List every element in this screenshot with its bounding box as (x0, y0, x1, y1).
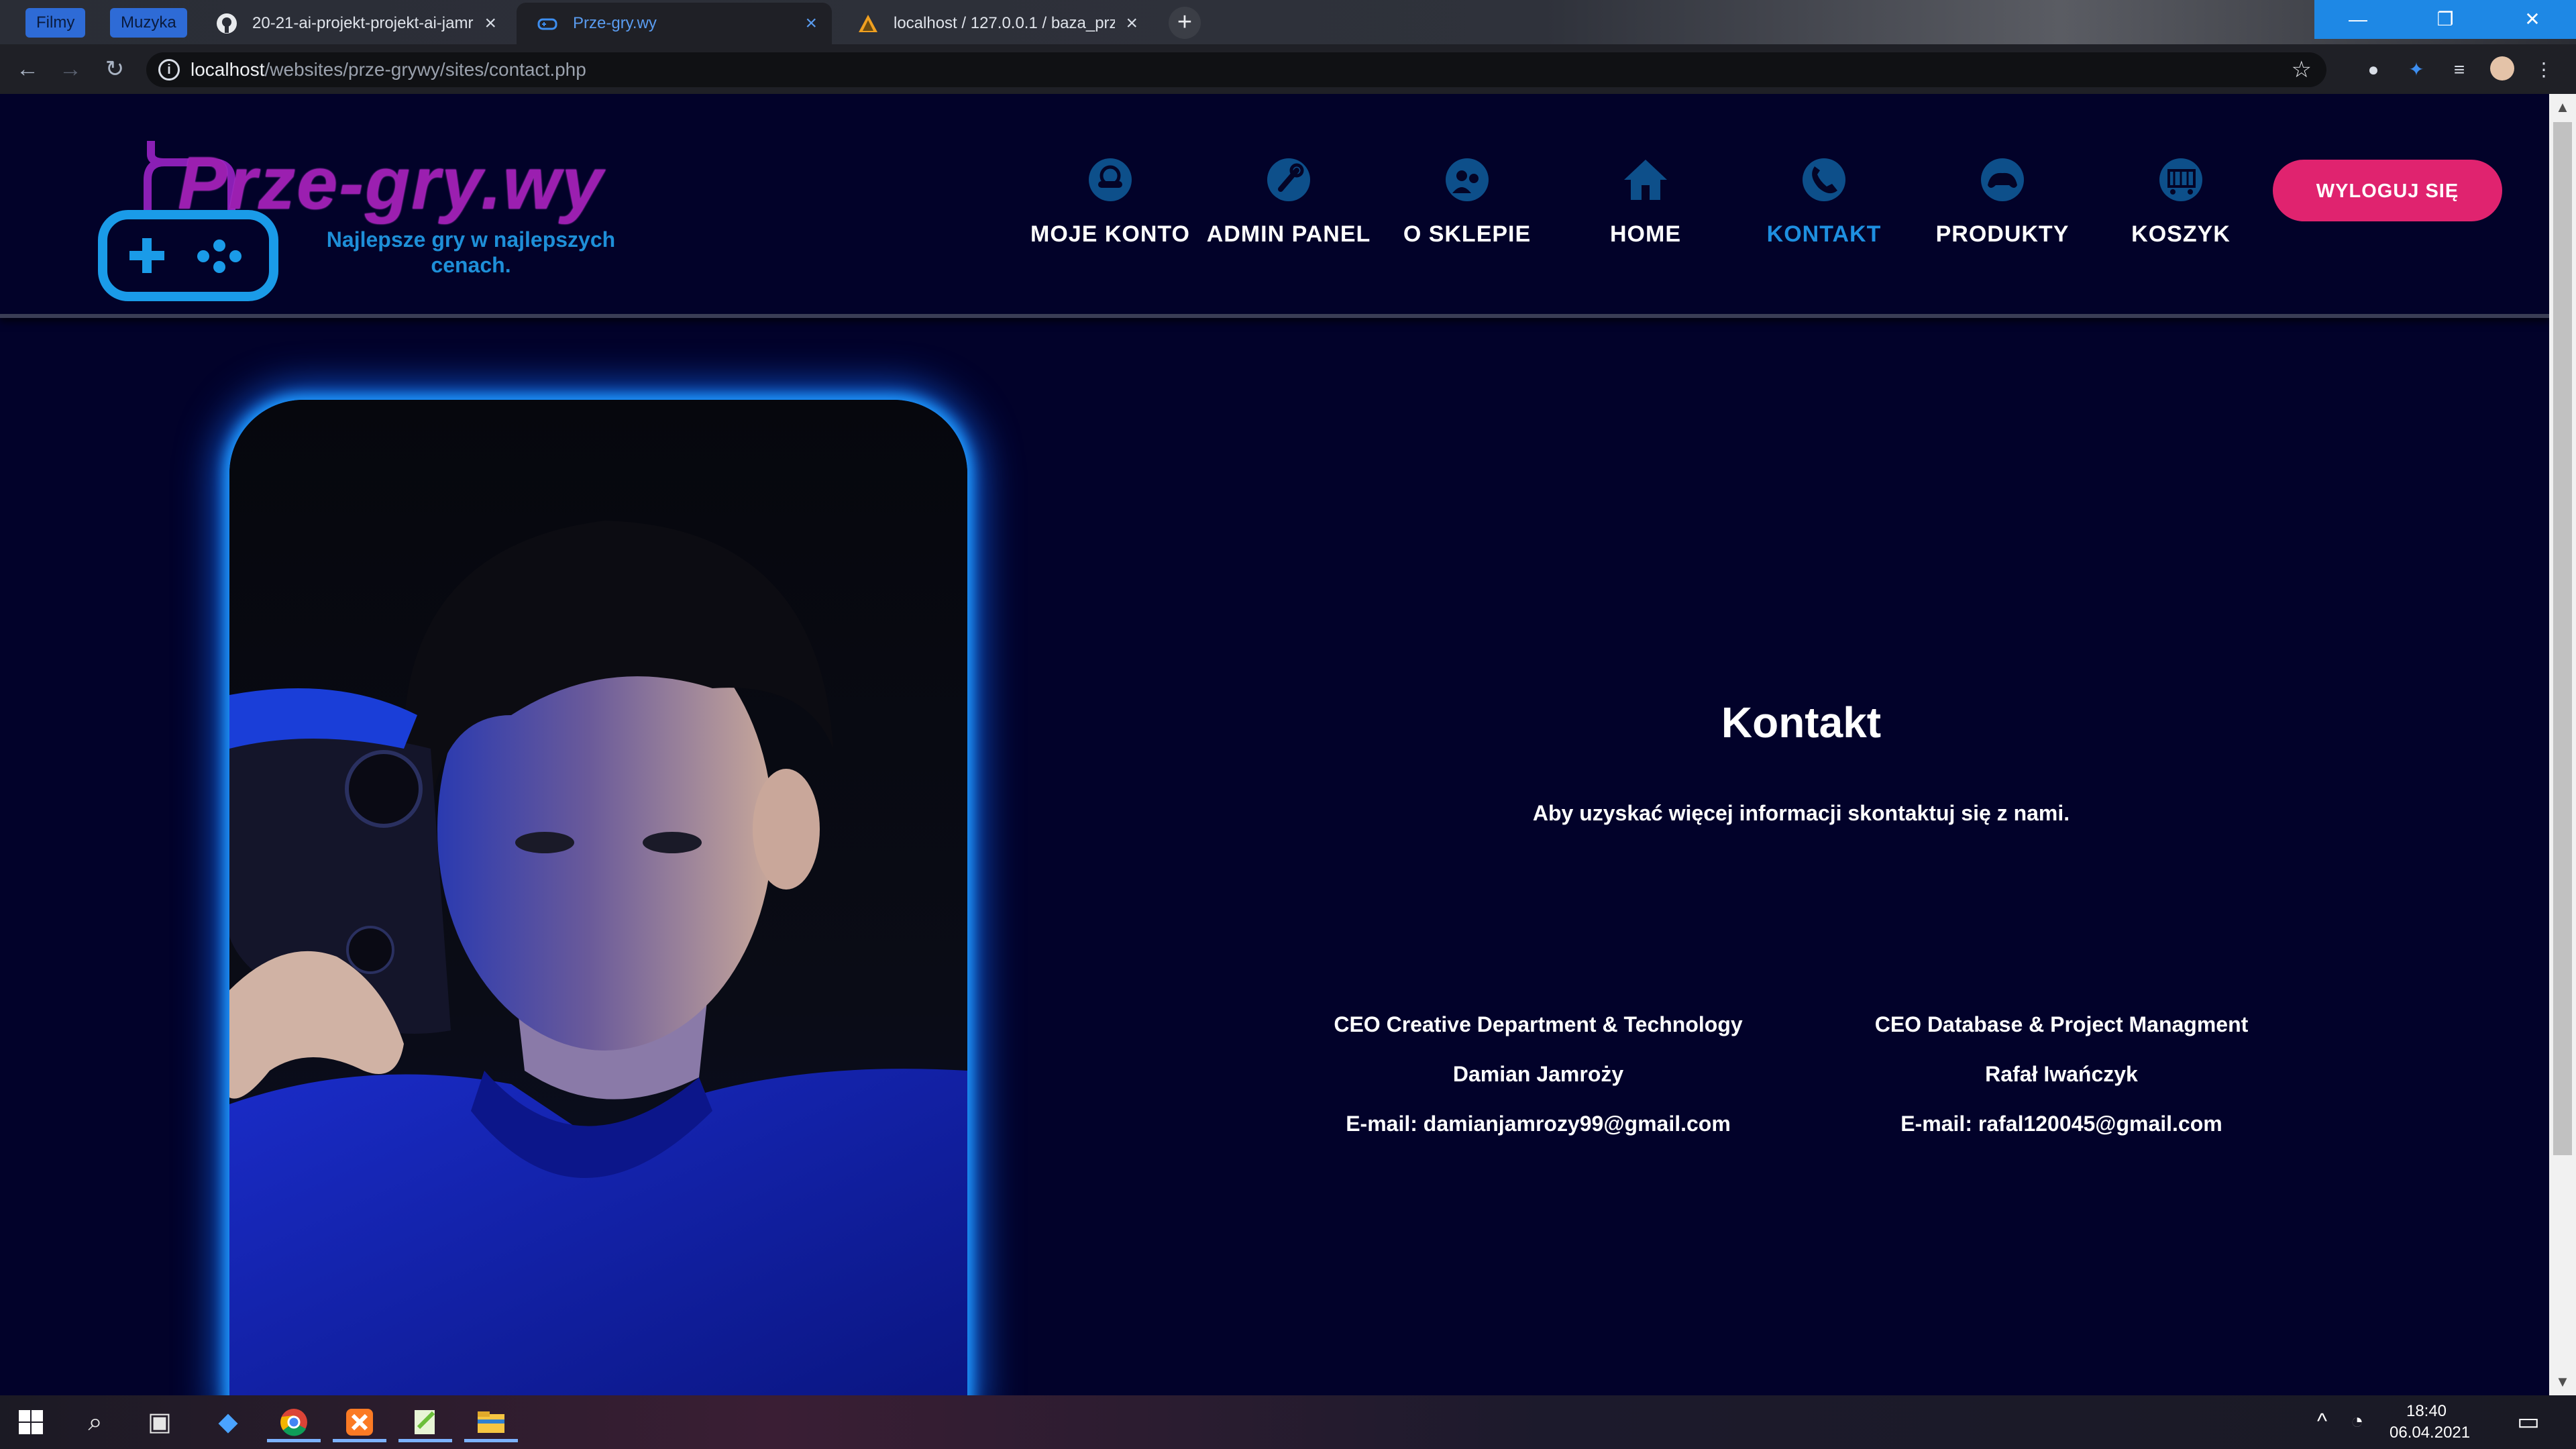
taskbar-clock[interactable]: 18:40 06.04.2021 (2390, 1401, 2471, 1444)
notification-icon[interactable]: ▭ (2517, 1407, 2540, 1436)
contact-title: Kontakt (1721, 698, 1882, 747)
file-explorer-icon[interactable] (464, 1402, 518, 1442)
site-info-icon[interactable]: i (158, 59, 180, 80)
nav-label: ADMIN PANEL (1206, 221, 1371, 247)
logout-button[interactable]: WYLOGUJ SIĘ (2273, 160, 2502, 221)
tab-przegrywy[interactable]: Prze-gry.wy × (517, 3, 832, 44)
browser-tab-strip: Filmy Muzyka 20-21-ai-projekt-projekt-ai… (0, 0, 2576, 44)
store-app-icon[interactable]: ◆ (201, 1402, 255, 1442)
home-icon (1624, 160, 1667, 200)
close-icon[interactable]: × (484, 3, 496, 44)
gamer-photo (229, 400, 967, 1395)
tab-label: 20-21-ai-projekt-projekt-ai-jamr (252, 14, 474, 32)
tab-phpmyadmin[interactable]: localhost / 127.0.0.1 / baza_przeg × (837, 3, 1152, 44)
gamepad-favicon-icon (537, 18, 557, 30)
close-window-icon[interactable]: ✕ (2489, 0, 2576, 39)
about-icon (1446, 158, 1489, 201)
contact-subtitle: Aby uzyskać więcej informacji skontaktuj… (1532, 801, 2070, 825)
scroll-thumb[interactable] (2553, 122, 2572, 1155)
cart-icon (2159, 158, 2202, 201)
person-role: CEO Creative Department & Technology (1334, 1012, 1743, 1036)
nav-label: KONTAKT (1766, 221, 1882, 247)
nav-label: KOSZYK (2131, 221, 2231, 247)
windows-start-icon[interactable] (4, 1402, 58, 1442)
task-view-icon[interactable]: ▣ (133, 1402, 186, 1442)
github-icon (217, 13, 237, 34)
url-host: localhost (191, 59, 265, 80)
reading-list-icon[interactable]: ≡ (2449, 59, 2470, 80)
logo-title: Prze-gry.wy (178, 142, 604, 225)
contact-person-2: CEO Database & Project Managment Rafał I… (1800, 1000, 2323, 1148)
site-header: Prze-gry.wy Najlepsze gry w najlepszych … (0, 94, 2549, 318)
person-name: Damian Jamroży (1452, 1062, 1624, 1086)
bookmark-filmy[interactable]: Filmy (25, 8, 86, 38)
reload-icon[interactable]: ↻ (99, 54, 130, 85)
nav-label: MOJE KONTO (1030, 221, 1190, 247)
chevron-up-icon[interactable]: ^ (2317, 1409, 2327, 1434)
url-path: /websites/prze-grywy/sites/contact.php (264, 59, 586, 80)
nav-label: O SKLEPIE (1403, 221, 1532, 247)
phpmyadmin-icon (859, 15, 877, 32)
clock-date: 06.04.2021 (2390, 1424, 2471, 1442)
scroll-up-arrow-icon[interactable]: ▲ (2549, 94, 2576, 121)
gamepad-icon (1981, 158, 2024, 201)
nav-admin-panel[interactable]: ADMIN PANEL (1198, 156, 1379, 256)
scroll-down-arrow-icon[interactable]: ▼ (2549, 1368, 2576, 1395)
person-name: Rafał Iwańczyk (1985, 1062, 2138, 1086)
website-viewport: Prze-gry.wy Najlepsze gry w najlepszych … (0, 94, 2549, 1395)
nav-o-sklepie[interactable]: O SKLEPIE (1377, 156, 1558, 256)
nav-kontakt[interactable]: KONTAKT (1733, 156, 1915, 256)
extensions-puzzle-icon[interactable]: ✦ (2406, 59, 2427, 80)
tab-github[interactable]: 20-21-ai-projekt-projekt-ai-jamr × (196, 3, 511, 44)
bookmark-muzyka[interactable]: Muzyka (110, 8, 187, 38)
account-icon (1089, 158, 1132, 201)
minimize-icon[interactable]: — (2314, 0, 2402, 39)
logo-tagline: Najlepsze gry w najlepszych cenach. (326, 227, 616, 277)
nav-koszyk[interactable]: KOSZYK (2090, 156, 2271, 256)
nav-label: HOME (1610, 221, 1681, 247)
phone-icon (1803, 158, 1845, 201)
search-icon[interactable]: ⌕ (68, 1402, 122, 1442)
menu-dots-icon[interactable]: ⋮ (2533, 59, 2555, 80)
nav-produkty[interactable]: PRODUKTY (1912, 156, 2093, 256)
clock-time: 18:40 (2406, 1402, 2447, 1420)
bookmark-star-icon[interactable]: ☆ (2292, 52, 2312, 87)
extension-circle-icon[interactable]: ● (2363, 59, 2384, 80)
back-arrow-icon[interactable]: ← (12, 54, 43, 85)
forward-arrow-icon[interactable]: → (55, 54, 86, 85)
person-role: CEO Database & Project Managment (1874, 1012, 2249, 1036)
restore-icon[interactable]: ❐ (2402, 0, 2489, 39)
chrome-icon[interactable] (267, 1402, 321, 1442)
nav-moje-konto[interactable]: MOJE KONTO (1020, 156, 1201, 256)
window-controls: — ❐ ✕ (2314, 0, 2576, 39)
contact-person-1: CEO Creative Department & Technology Dam… (1277, 1000, 1800, 1148)
new-tab-button[interactable]: + (1169, 7, 1201, 39)
notepad-plus-icon[interactable] (398, 1402, 452, 1442)
tab-label: Prze-gry.wy (573, 14, 657, 32)
gamer-illustration (229, 521, 967, 1395)
address-bar[interactable]: i localhost/websites/prze-grywy/sites/co… (146, 52, 2326, 87)
person-email[interactable]: E-mail: damianjamrozy99@gmail.com (1277, 1099, 1800, 1148)
avatar[interactable] (2490, 56, 2514, 80)
site-logo[interactable]: Prze-gry.wy Najlepsze gry w najlepszych … (97, 114, 621, 315)
browser-toolbar: ← → ↻ i localhost/websites/prze-grywy/si… (0, 44, 2576, 94)
windows-taskbar: ⌕ ▣ ◆ ^ ◔ ♪ 18:40 06.04.2021 ▭ (0, 1395, 2576, 1449)
person-email[interactable]: E-mail: rafal120045@gmail.com (1800, 1099, 2323, 1148)
close-icon[interactable]: × (1126, 3, 1138, 44)
network-icon[interactable]: ◔ (2351, 1409, 2363, 1434)
admin-icon (1267, 158, 1310, 201)
nav-label: PRODUKTY (1935, 221, 2070, 247)
nav-home[interactable]: HOME (1555, 156, 1736, 256)
tab-label: localhost / 127.0.0.1 / baza_przeg (894, 14, 1115, 32)
page-scrollbar[interactable]: ▲ ▼ (2549, 94, 2576, 1395)
xampp-icon[interactable] (333, 1402, 386, 1442)
close-icon[interactable]: × (805, 3, 817, 44)
url-text: localhost/websites/prze-grywy/sites/cont… (191, 52, 586, 87)
